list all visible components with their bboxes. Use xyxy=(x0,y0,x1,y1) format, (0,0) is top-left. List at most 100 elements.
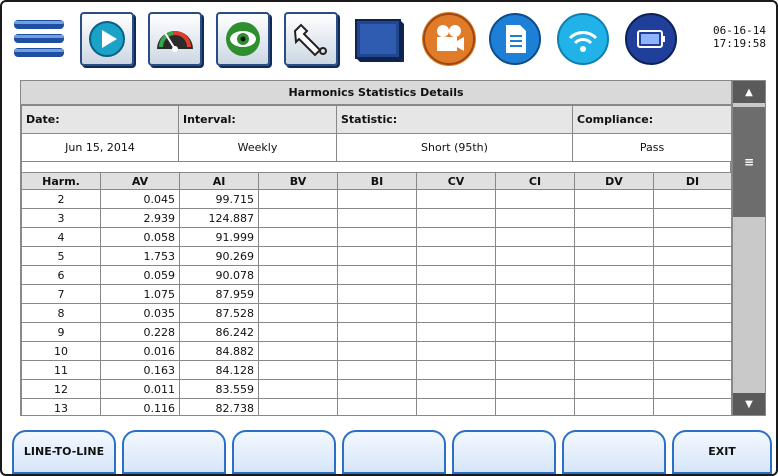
softkey-2-button[interactable] xyxy=(122,430,226,474)
value-cell xyxy=(653,322,731,342)
header-bv: BV xyxy=(258,172,338,190)
table-row: 9 0.228 86.242 xyxy=(21,322,731,342)
wifi-icon[interactable] xyxy=(556,12,610,66)
value-cell xyxy=(574,246,654,266)
harmonic-order-cell: 7 xyxy=(21,284,101,304)
harmonic-order-cell: 2 xyxy=(21,189,101,209)
harmonic-order-cell: 6 xyxy=(21,265,101,285)
value-cell xyxy=(258,322,338,342)
value-cell xyxy=(653,360,731,380)
value-cell xyxy=(653,303,731,323)
value-cell xyxy=(416,189,496,209)
value-cell: 84.882 xyxy=(179,341,259,361)
value-cell xyxy=(337,341,417,361)
scroll-down-button[interactable]: ▼ xyxy=(733,393,765,415)
value-cell xyxy=(416,398,496,415)
date-label: Date: xyxy=(21,105,179,134)
camera-icon[interactable] xyxy=(422,12,476,66)
eye-icon[interactable] xyxy=(216,12,270,66)
arrow-up-icon: ▲ xyxy=(745,86,753,98)
value-cell xyxy=(258,265,338,285)
value-cell: 86.242 xyxy=(179,322,259,342)
battery-icon[interactable] xyxy=(624,12,678,66)
table-row: 3 2.939 124.887 xyxy=(21,208,731,228)
table-row: 8 0.035 87.528 xyxy=(21,303,731,323)
value-cell xyxy=(495,360,575,380)
softkey-6-button[interactable] xyxy=(562,430,666,474)
table-row: 10 0.016 84.882 xyxy=(21,341,731,361)
value-cell xyxy=(574,265,654,285)
value-cell xyxy=(258,398,338,415)
compliance-label: Compliance: xyxy=(572,105,731,134)
panel-title: Harmonics Statistics Details xyxy=(21,81,731,105)
value-cell: 82.738 xyxy=(179,398,259,415)
softkey-5-button[interactable] xyxy=(452,430,556,474)
gauge-icon[interactable] xyxy=(148,12,202,66)
value-cell: 1.075 xyxy=(100,284,180,304)
value-cell xyxy=(495,398,575,415)
softkey-3-button[interactable] xyxy=(232,430,336,474)
section-gap xyxy=(21,162,731,172)
value-cell: 0.045 xyxy=(100,189,180,209)
clock-time: 17:19:58 xyxy=(713,37,766,50)
exit-button[interactable]: EXIT xyxy=(672,430,772,474)
interval-label: Interval: xyxy=(178,105,337,134)
harmonic-order-cell: 9 xyxy=(21,322,101,342)
arrow-down-icon: ▼ xyxy=(745,398,753,410)
value-cell xyxy=(416,265,496,285)
value-cell xyxy=(337,189,417,209)
softkey-4-button[interactable] xyxy=(342,430,446,474)
value-cell xyxy=(653,227,731,247)
value-cell xyxy=(574,284,654,304)
compliance-value: Pass xyxy=(572,133,731,162)
softkey-bar: LINE-TO-LINE EXIT xyxy=(12,430,776,476)
wrench-icon[interactable] xyxy=(284,12,338,66)
harmonics-table: Harm. AV AI BV BI CV CI DV DI 2 0.045 99.7… xyxy=(21,172,731,415)
value-cell: 90.078 xyxy=(179,265,259,285)
value-cell xyxy=(653,341,731,361)
play-icon[interactable] xyxy=(80,12,134,66)
clock-date: 06-16-14 xyxy=(713,24,766,37)
vertical-scrollbar[interactable]: ▲ ≡ ▼ xyxy=(732,80,766,416)
monitor-icon[interactable] xyxy=(352,12,406,66)
value-cell: 0.058 xyxy=(100,227,180,247)
harmonic-order-cell: 8 xyxy=(21,303,101,323)
scroll-up-button[interactable]: ▲ xyxy=(733,81,765,103)
value-cell: 2.939 xyxy=(100,208,180,228)
value-cell xyxy=(574,379,654,399)
value-cell xyxy=(337,284,417,304)
value-cell xyxy=(258,303,338,323)
value-cell xyxy=(574,341,654,361)
harmonic-order-cell: 11 xyxy=(21,360,101,380)
value-cell xyxy=(495,246,575,266)
value-cell xyxy=(574,303,654,323)
report-icon[interactable] xyxy=(488,12,542,66)
header-ai: AI xyxy=(179,172,259,190)
value-cell xyxy=(653,265,731,285)
harmonic-order-cell: 4 xyxy=(21,227,101,247)
info-table: Date: Interval: Statistic: Compliance: J… xyxy=(21,105,731,162)
value-cell xyxy=(337,322,417,342)
table-row: 7 1.075 87.959 xyxy=(21,284,731,304)
statistic-value: Short (95th) xyxy=(336,133,573,162)
value-cell: 90.269 xyxy=(179,246,259,266)
table-row: 12 0.011 83.559 xyxy=(21,379,731,399)
value-cell xyxy=(495,189,575,209)
value-cell xyxy=(258,189,338,209)
harmonic-order-cell: 3 xyxy=(21,208,101,228)
header-bi: BI xyxy=(337,172,417,190)
grip-icon: ≡ xyxy=(743,155,755,169)
value-cell xyxy=(495,265,575,285)
line-to-line-button[interactable]: LINE-TO-LINE xyxy=(12,430,116,474)
header-av: AV xyxy=(100,172,180,190)
menu-icon[interactable] xyxy=(12,12,66,66)
scroll-thumb[interactable]: ≡ xyxy=(733,107,765,217)
value-cell xyxy=(416,379,496,399)
value-cell xyxy=(416,246,496,266)
header-cv: CV xyxy=(416,172,496,190)
info-label-row: Date: Interval: Statistic: Compliance: xyxy=(21,105,731,134)
toolbar xyxy=(12,6,712,76)
value-cell xyxy=(653,189,731,209)
value-cell xyxy=(258,341,338,361)
table-row: 4 0.058 91.999 xyxy=(21,227,731,247)
